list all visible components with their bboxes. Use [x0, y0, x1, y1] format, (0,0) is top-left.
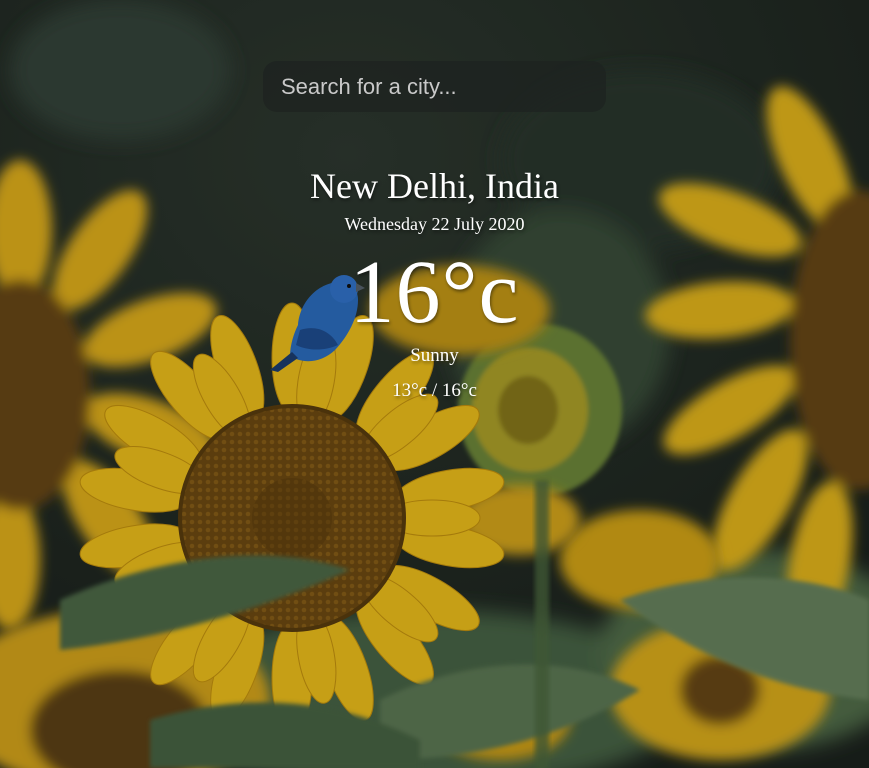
- weather-panel: New Delhi, India Wednesday 22 July 2020 …: [0, 163, 869, 404]
- search-bar[interactable]: [263, 61, 606, 112]
- current-date: Wednesday 22 July 2020: [344, 214, 525, 234]
- current-temperature: 16°c: [349, 243, 520, 342]
- weather-condition: Sunny: [410, 345, 459, 366]
- location-title: New Delhi, India: [310, 166, 559, 206]
- min-max-temperature: 13°c / 16°c: [392, 380, 477, 401]
- search-input[interactable]: [263, 61, 606, 112]
